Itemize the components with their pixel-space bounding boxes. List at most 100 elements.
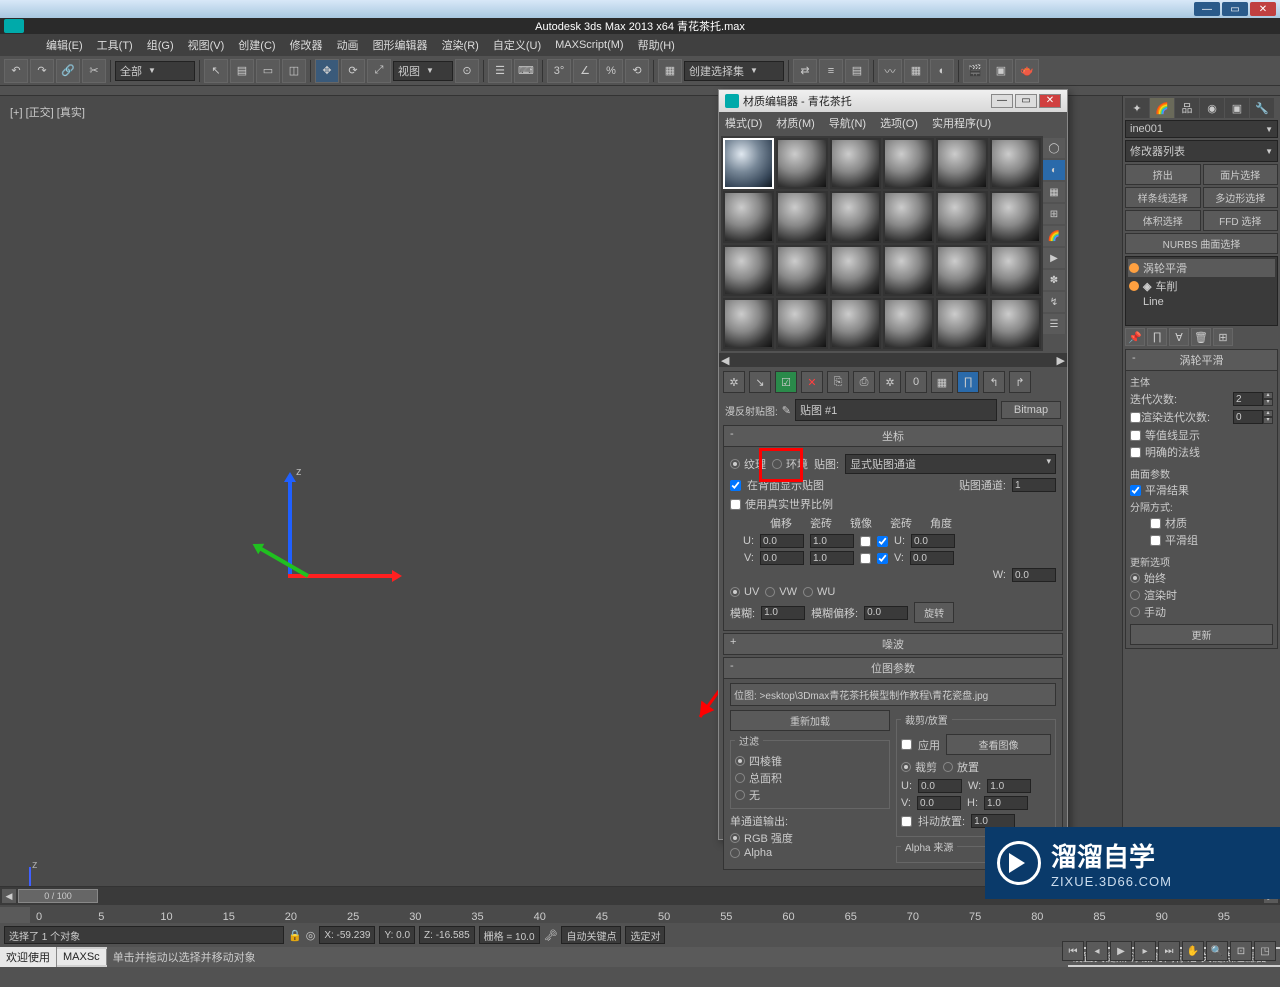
pivot-icon[interactable]: ⊙ [455, 59, 479, 83]
mat-slot[interactable] [936, 298, 987, 349]
autokey-button[interactable]: 自动关键点 [561, 926, 621, 944]
reset-map-icon[interactable]: ✕ [801, 371, 823, 393]
update-render-radio[interactable] [1130, 590, 1140, 600]
menu-edit[interactable]: 编辑(E) [40, 35, 89, 55]
go-forward-icon[interactable]: ↱ [1009, 371, 1031, 393]
place-radio[interactable] [943, 762, 953, 772]
mat-slot[interactable] [883, 245, 934, 296]
manip-icon[interactable]: ☰ [488, 59, 512, 83]
mtl-map-nav-icon[interactable]: ☰ [1043, 314, 1065, 334]
zoom-ext-icon[interactable]: ⊡ [1230, 941, 1252, 961]
mat-slot[interactable] [990, 191, 1041, 242]
filter-sat-radio[interactable] [735, 773, 745, 783]
renderiter-spinner[interactable]: ▴▾ [1233, 410, 1273, 424]
mat-menu-options[interactable]: 选项(O) [880, 115, 918, 131]
pin-icon[interactable]: 📌 [1125, 328, 1145, 346]
mat-slot[interactable] [883, 138, 934, 189]
mat-check[interactable] [1150, 518, 1161, 529]
assign-to-sel-icon[interactable]: ☑ [775, 371, 797, 393]
mat-menu-nav[interactable]: 导航(N) [829, 115, 866, 131]
align-icon[interactable]: ≡ [819, 59, 843, 83]
render-setup-icon[interactable]: 🎬 [963, 59, 987, 83]
tab-hierarchy-icon[interactable]: 品 [1175, 98, 1199, 118]
crop-radio[interactable] [901, 762, 911, 772]
play-icon[interactable]: ▶ [1110, 941, 1132, 961]
menu-views[interactable]: 视图(V) [182, 35, 231, 55]
iso-icon[interactable]: ◎ [306, 929, 316, 942]
map-name-field[interactable]: 贴图 #1 [795, 399, 997, 421]
sg-check[interactable] [1150, 535, 1161, 546]
mat-slot[interactable] [723, 245, 774, 296]
iso-check[interactable] [1130, 430, 1141, 441]
reload-button[interactable]: 重新加载 [730, 710, 890, 731]
link-icon[interactable]: 🔗 [56, 59, 80, 83]
rotate-icon[interactable]: ⟳ [341, 59, 365, 83]
layers-icon[interactable]: ▤ [845, 59, 869, 83]
stack-line[interactable]: Line [1128, 295, 1275, 309]
trackbar-icon[interactable] [0, 907, 30, 923]
select-by-mat-icon[interactable]: ↯ [1043, 292, 1065, 312]
get-material-icon[interactable]: ✲ [723, 371, 745, 393]
btn-spline-sel[interactable]: 样条线选择 [1125, 187, 1201, 208]
max-viewport-icon[interactable]: ◳ [1254, 941, 1276, 961]
show-end-result-icon[interactable]: ∏ [957, 371, 979, 393]
refcoord-select[interactable]: 视图 [393, 61, 453, 81]
stack-turbosmooth[interactable]: 涡轮平滑 [1128, 259, 1275, 277]
u-angle[interactable] [911, 534, 955, 548]
menu-tools[interactable]: 工具(T) [91, 35, 139, 55]
zoom-icon[interactable]: 🔍 [1206, 941, 1228, 961]
menu-modifiers[interactable]: 修改器 [284, 35, 329, 55]
lock-icon[interactable]: 🔒 [288, 929, 302, 942]
btn-vol-sel[interactable]: 体积选择 [1125, 210, 1201, 231]
u-mirror-check[interactable] [860, 536, 871, 547]
update-manual-radio[interactable] [1130, 607, 1140, 617]
put-to-scene-icon[interactable]: ↘ [749, 371, 771, 393]
select-icon[interactable]: ↖ [204, 59, 228, 83]
tab-utilities-icon[interactable]: 🔧 [1250, 98, 1274, 118]
menu-group[interactable]: 组(G) [141, 35, 180, 55]
btn-ffd-sel[interactable]: FFD 选择 [1203, 210, 1279, 231]
sample-scrollbar[interactable]: ◀▶ [719, 353, 1067, 367]
filter-none-radio[interactable] [735, 790, 745, 800]
modifier-list-select[interactable]: 修改器列表 [1125, 140, 1278, 162]
environ-radio[interactable] [772, 459, 782, 469]
filter-select[interactable]: 全部 [115, 61, 195, 81]
mat-max-button[interactable]: ▭ [1015, 94, 1037, 108]
sample-type-icon[interactable]: ◯ [1043, 138, 1065, 158]
time-ruler[interactable]: 05101520253035404550556065707580859095 [0, 905, 1280, 923]
mat-slot[interactable] [990, 298, 1041, 349]
object-name-field[interactable]: ine001 [1125, 120, 1278, 138]
unlink-icon[interactable]: ✂ [82, 59, 106, 83]
backlight-icon[interactable]: ◐ [1043, 160, 1065, 180]
modifier-stack[interactable]: 涡轮平滑 ◈车削 Line [1125, 256, 1278, 326]
schematic-icon[interactable]: ▦ [904, 59, 928, 83]
z-axis-gizmo[interactable] [288, 476, 292, 576]
slider-prev-icon[interactable]: ◀ [2, 889, 16, 903]
u-offset[interactable] [760, 534, 804, 548]
show-end-icon[interactable]: ∏ [1147, 328, 1167, 346]
view-image-button[interactable]: 查看图像 [946, 734, 1051, 755]
u-tile-check[interactable] [877, 536, 888, 547]
options-icon[interactable]: ✽ [1043, 270, 1065, 290]
unique-icon[interactable]: ∀ [1169, 328, 1189, 346]
v-tile-check[interactable] [877, 553, 888, 564]
v-offset[interactable] [760, 551, 804, 565]
crop-h[interactable] [984, 796, 1028, 810]
menu-customize[interactable]: 自定义(U) [487, 35, 547, 55]
crop-u[interactable] [918, 779, 962, 793]
maxscript-tab[interactable]: MAXSc [57, 949, 107, 965]
mat-menu-material[interactable]: 材质(M) [776, 115, 815, 131]
slider-handle[interactable]: 0 / 100 [18, 889, 98, 903]
tab-create-icon[interactable]: ✦ [1125, 98, 1149, 118]
mat-slot[interactable] [990, 138, 1041, 189]
selected-button[interactable]: 选定对 [625, 926, 665, 944]
menu-create[interactable]: 创建(C) [232, 35, 281, 55]
btn-poly-sel[interactable]: 多边形选择 [1203, 187, 1279, 208]
renderiter-check[interactable] [1130, 412, 1141, 423]
map-type-button[interactable]: Bitmap [1001, 401, 1061, 419]
keyboard-icon[interactable]: ⌨ [514, 59, 538, 83]
blur-field[interactable] [761, 606, 805, 620]
btn-nurbs-sel[interactable]: NURBS 曲面选择 [1125, 233, 1278, 254]
mat-slot[interactable] [776, 138, 827, 189]
goto-start-icon[interactable]: ⏮ [1062, 941, 1084, 961]
